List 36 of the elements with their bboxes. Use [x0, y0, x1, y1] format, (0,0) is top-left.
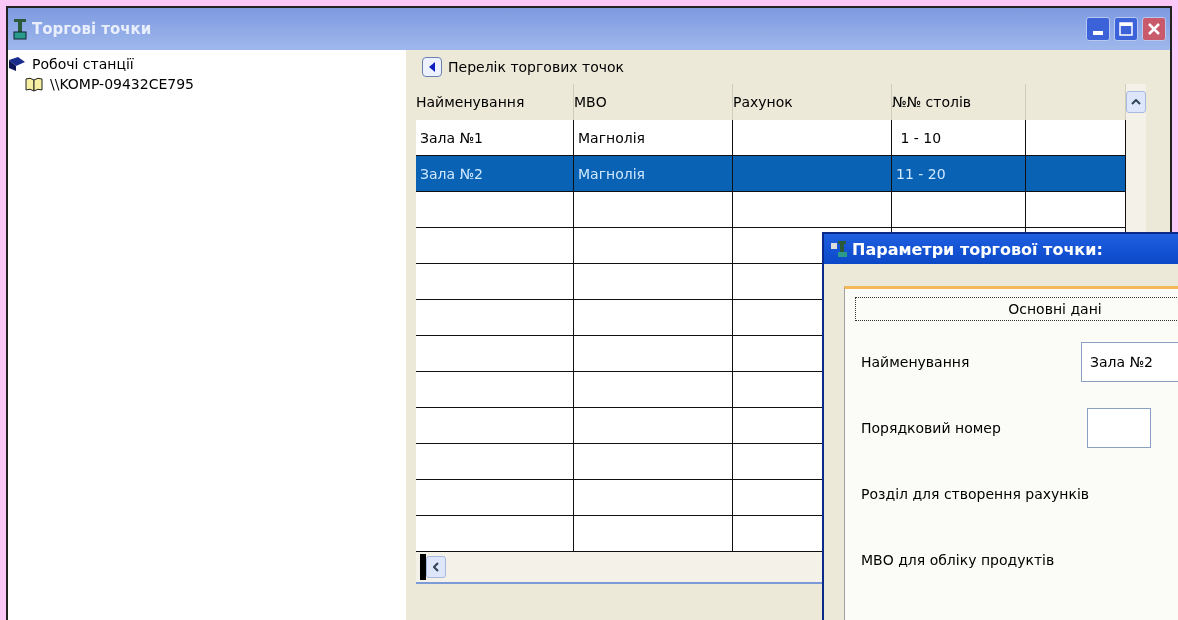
tab[interactable]: Основні дані	[855, 297, 1178, 321]
scroll-up-button[interactable]	[1126, 91, 1146, 113]
number-field[interactable]	[1087, 408, 1151, 448]
close-button[interactable]	[1142, 17, 1166, 41]
close-icon	[1147, 22, 1161, 36]
dialog-title: Параметри торгової точки:	[852, 239, 1103, 259]
name-field[interactable]: Зала №2	[1081, 342, 1178, 382]
maximize-icon	[1119, 22, 1133, 36]
table-cell: Зала №2	[416, 156, 574, 192]
table-cell: Магнолія	[574, 156, 733, 192]
chevron-left-icon	[433, 562, 439, 572]
open-book-icon	[24, 76, 44, 92]
scroll-left-button[interactable]	[426, 556, 446, 578]
tree-item[interactable]: Робочі станції	[32, 56, 134, 72]
column-header[interactable]: Найменування	[416, 84, 574, 120]
window-title: Торгові точки	[32, 20, 153, 38]
app-icon	[12, 18, 28, 40]
chevron-up-icon	[1131, 99, 1141, 105]
field-label: Розділ для створення рахунків	[861, 486, 1090, 502]
column-header[interactable]: Рахунок	[733, 84, 892, 120]
tree-item[interactable]: \\KOMP-09432CE795	[50, 76, 194, 92]
back-button[interactable]	[422, 57, 442, 77]
triangle-left-icon	[428, 62, 436, 72]
app-icon	[830, 240, 848, 258]
table-cell: 11 - 20	[892, 156, 1026, 192]
column-header[interactable]: №№ столів	[892, 84, 1026, 120]
book-icon	[8, 56, 26, 72]
panel-title: Перелік торгових точок	[448, 59, 624, 75]
minimize-icon	[1093, 31, 1103, 35]
field-label: Найменування	[861, 354, 971, 370]
maximize-button[interactable]	[1114, 17, 1138, 41]
scroll-thumb[interactable]	[420, 554, 426, 580]
field-label: МВО для обліку продуктів	[861, 552, 1055, 568]
column-header[interactable]: МВО	[574, 84, 733, 120]
minimize-button[interactable]	[1086, 17, 1110, 41]
field-label: Порядковий номер	[861, 420, 1002, 436]
